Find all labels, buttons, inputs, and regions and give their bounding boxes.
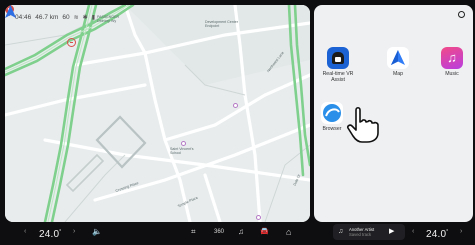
- browser-icon: [321, 102, 343, 124]
- map-canvas[interactable]: [5, 5, 310, 222]
- car-infotainment-screen: 04:46 46.7 km 60 ≋ ✱ ▮ PASSENGER Delivery…: [0, 0, 475, 242]
- home-icon[interactable]: ⌂: [286, 222, 291, 242]
- right-temp-value: 24.0: [426, 229, 447, 240]
- media-note-icon: ♫: [338, 228, 344, 235]
- tap-gesture-hand-icon: [347, 106, 379, 143]
- clock-text: 04:46: [15, 14, 32, 21]
- signal-bars-icon: ▮: [91, 15, 96, 21]
- poi-marker-school[interactable]: [181, 141, 186, 146]
- left-temperature[interactable]: 24.0°: [39, 222, 61, 242]
- left-temp-decrease-button[interactable]: ‹: [24, 222, 26, 242]
- now-playing-widget[interactable]: ♫ Another Artist Saved track ▶: [333, 224, 405, 240]
- app-label: Music: [445, 71, 459, 77]
- app-map[interactable]: Map: [377, 47, 419, 77]
- poi-marker-center[interactable]: [233, 103, 238, 108]
- right-temp-increase-button[interactable]: ›: [460, 222, 462, 242]
- app-launcher-panel: Real-time VR Assist Map ♫ Music Browser: [314, 5, 473, 222]
- app-label: Map: [392, 71, 404, 77]
- vr-assist-icon: [327, 47, 349, 69]
- music-icon: ♫: [441, 47, 463, 69]
- right-temperature[interactable]: 24.0°: [426, 222, 448, 242]
- view-360-icon[interactable]: 360: [214, 222, 224, 242]
- now-playing-subtitle: Saved track: [349, 231, 372, 237]
- right-temp-decrease-button[interactable]: ‹: [412, 222, 414, 242]
- bluetooth-icon: ✱: [82, 15, 88, 21]
- map-label-dev-center: Development Center Endpoint: [205, 20, 238, 29]
- map-navigation-icon: [387, 47, 409, 69]
- speed-text: 46.7 km: [35, 14, 59, 21]
- play-icon[interactable]: ▶: [389, 224, 394, 240]
- app-real-time-vr-assist[interactable]: Real-time VR Assist: [317, 47, 359, 83]
- left-temp-degree: °: [59, 229, 62, 235]
- music-shortcut-icon[interactable]: ♫: [238, 222, 244, 242]
- wifi-icon: ≋: [73, 15, 79, 21]
- app-label: Real-time VR Assist: [322, 71, 354, 84]
- now-playing-title: Another Artist: [349, 226, 375, 232]
- account-icon[interactable]: [458, 11, 465, 18]
- map-label-school: Saint Vincent's School: [170, 147, 194, 156]
- app-music[interactable]: ♫ Music: [431, 47, 473, 77]
- zoom-out-icon[interactable]: [67, 38, 76, 47]
- status-bar: 04:46 46.7 km 60 ≋ ✱ ▮: [15, 14, 95, 21]
- current-location-arrow-icon: [5, 5, 16, 18]
- left-temp-value: 24.0: [39, 229, 60, 240]
- signal-text: 60: [62, 14, 70, 21]
- map-label-top-road: PASSENGER Delivery Wy: [97, 15, 120, 24]
- app-browser[interactable]: Browser: [317, 102, 347, 132]
- poi-marker-south[interactable]: [256, 215, 261, 220]
- car-icon[interactable]: 🚘: [260, 222, 269, 242]
- map-panel[interactable]: 04:46 46.7 km 60 ≋ ✱ ▮ PASSENGER Delivery…: [5, 5, 310, 222]
- now-playing-text: Another Artist Saved track: [349, 227, 374, 237]
- volume-icon[interactable]: 🔈: [92, 222, 102, 242]
- right-temp-degree: °: [446, 229, 449, 235]
- app-label: Browser: [322, 126, 342, 132]
- apps-grid-icon[interactable]: ⌗: [191, 222, 196, 242]
- left-temp-increase-button[interactable]: ›: [73, 222, 75, 242]
